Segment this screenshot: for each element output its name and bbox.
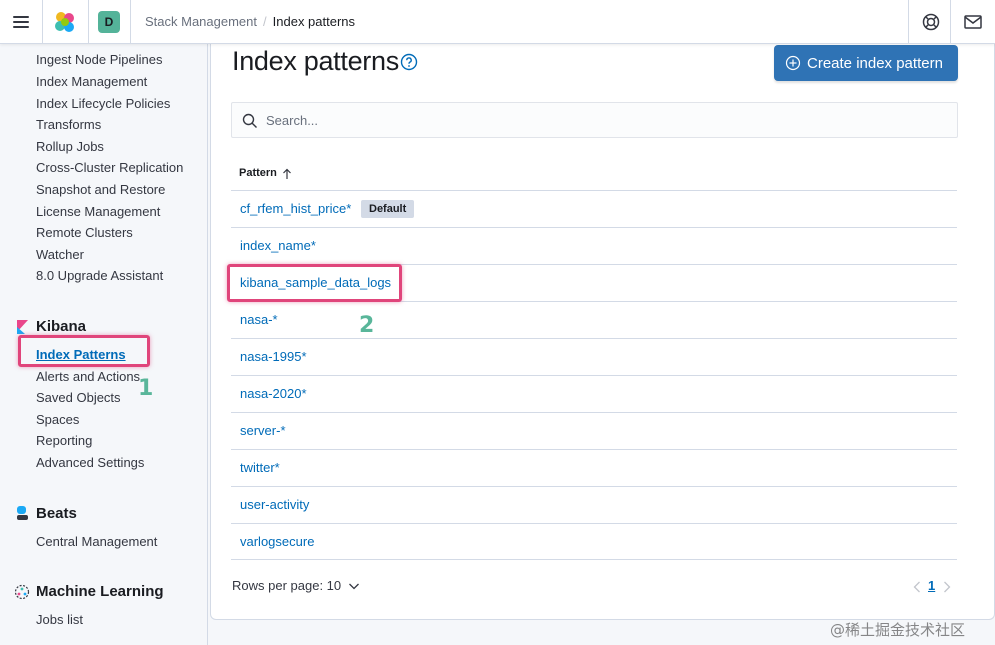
rows-per-page-selector[interactable]: Rows per page: 10 [232, 578, 359, 593]
page-number-button[interactable]: 1 [928, 578, 935, 593]
table-row: nasa-1995* [231, 338, 957, 375]
sidebar-item-watcher[interactable]: Watcher [36, 247, 84, 263]
create-index-pattern-button[interactable]: Create index pattern [774, 45, 958, 81]
sidebar-item-alerts-and-actions[interactable]: Alerts and Actions [36, 369, 140, 385]
search-icon [242, 113, 257, 128]
pattern-link[interactable]: index_name* [240, 238, 316, 253]
breadcrumb-index-patterns: Index patterns [272, 14, 356, 29]
elastic-logo-icon[interactable] [52, 9, 78, 35]
table-row: cf_rfem_hist_price* Default [231, 190, 957, 227]
sidebar-item-advanced-settings[interactable]: Advanced Settings [36, 455, 144, 471]
create-index-pattern-label: Create index pattern [807, 55, 943, 72]
sidebar-item-jobs-list[interactable]: Jobs list [36, 612, 83, 628]
table-row: nasa-* [231, 301, 957, 338]
pattern-link[interactable]: varlogsecure [240, 534, 314, 549]
table-row: index_name* [231, 227, 957, 264]
chevron-down-icon [349, 583, 359, 590]
header-divider [130, 0, 131, 44]
previous-page-icon[interactable] [912, 580, 922, 594]
pattern-column-header[interactable]: Pattern [239, 167, 291, 179]
pattern-link[interactable]: nasa-2020* [240, 386, 307, 401]
table-row: twitter* [231, 449, 957, 486]
pattern-link[interactable]: user-activity [240, 497, 309, 512]
pattern-link[interactable]: nasa-* [240, 312, 278, 327]
annotation-highlight-kibana-sample-data-logs [227, 264, 402, 302]
sidebar-item-license-management[interactable]: License Management [36, 204, 160, 220]
table-row: nasa-2020* [231, 375, 957, 412]
default-badge: Default [361, 200, 415, 218]
sidebar-item-spaces[interactable]: Spaces [36, 412, 79, 428]
plus-in-circle-icon [785, 55, 801, 71]
sort-ascending-icon [283, 168, 291, 179]
pattern-column-label: Pattern [239, 167, 277, 179]
sidebar-item-index-lifecycle-policies[interactable]: Index Lifecycle Policies [36, 96, 170, 112]
annotation-highlight-index-patterns [18, 335, 150, 367]
sidebar-item-ingest-node-pipelines[interactable]: Ingest Node Pipelines [36, 52, 162, 68]
sidebar-item-saved-objects[interactable]: Saved Objects [36, 390, 121, 406]
table-row: user-activity [231, 486, 957, 523]
sidebar-item-rollup-jobs[interactable]: Rollup Jobs [36, 139, 104, 155]
sidebar-item-reporting[interactable]: Reporting [36, 433, 92, 449]
table-row: server-* [231, 412, 957, 449]
breadcrumb: Stack Management / Index patterns [145, 14, 355, 29]
pattern-link[interactable]: twitter* [240, 460, 280, 475]
pattern-link[interactable]: server-* [240, 423, 286, 438]
header-divider [908, 0, 909, 44]
header-divider [88, 0, 89, 44]
sidebar-group-beats: Beats [36, 505, 77, 522]
index-patterns-table: cf_rfem_hist_price* Default index_name* … [231, 190, 957, 560]
search-input[interactable] [266, 110, 926, 130]
pattern-link[interactable]: nasa-1995* [240, 349, 307, 364]
sidebar-group-machine-learning: Machine Learning [36, 583, 164, 600]
breadcrumb-separator: / [263, 14, 267, 29]
menu-icon[interactable] [10, 11, 32, 33]
help-question-icon[interactable] [400, 53, 418, 71]
sidebar-item-remote-clusters[interactable]: Remote Clusters [36, 225, 133, 241]
header-divider [950, 0, 951, 44]
sidebar-item-index-management[interactable]: Index Management [36, 74, 147, 90]
machine-learning-icon [14, 584, 30, 600]
sidebar-item-transforms[interactable]: Transforms [36, 117, 101, 133]
table-row: varlogsecure [231, 523, 957, 560]
annotation-step-number: 2 [359, 313, 375, 338]
top-header: D Stack Management / Index patterns [0, 0, 995, 44]
newsfeed-mail-icon[interactable] [962, 12, 984, 32]
breadcrumb-stack-management[interactable]: Stack Management [145, 14, 257, 29]
help-lifebuoy-icon[interactable] [920, 11, 942, 33]
page-title: Index patterns [232, 46, 399, 76]
sidebar-item-snapshot-and-restore[interactable]: Snapshot and Restore [36, 182, 165, 198]
sidebar-group-kibana: Kibana [36, 318, 87, 335]
space-avatar[interactable]: D [98, 11, 120, 33]
next-page-icon[interactable] [942, 580, 952, 594]
rows-per-page-label: Rows per page: 10 [232, 578, 342, 593]
sidebar-item-central-management[interactable]: Central Management [36, 534, 157, 550]
header-divider [42, 0, 43, 44]
pattern-link[interactable]: cf_rfem_hist_price* [240, 201, 351, 216]
beats-icon [17, 506, 28, 520]
sidebar-item-upgrade-assistant[interactable]: 8.0 Upgrade Assistant [36, 268, 163, 284]
watermark: @稀土掘金技术社区 [830, 621, 966, 639]
annotation-step-number: 1 [138, 376, 154, 401]
search-bar[interactable] [231, 102, 958, 138]
sidebar-item-cross-cluster-replication[interactable]: Cross-Cluster Replication [36, 160, 183, 176]
kibana-icon [17, 320, 28, 334]
